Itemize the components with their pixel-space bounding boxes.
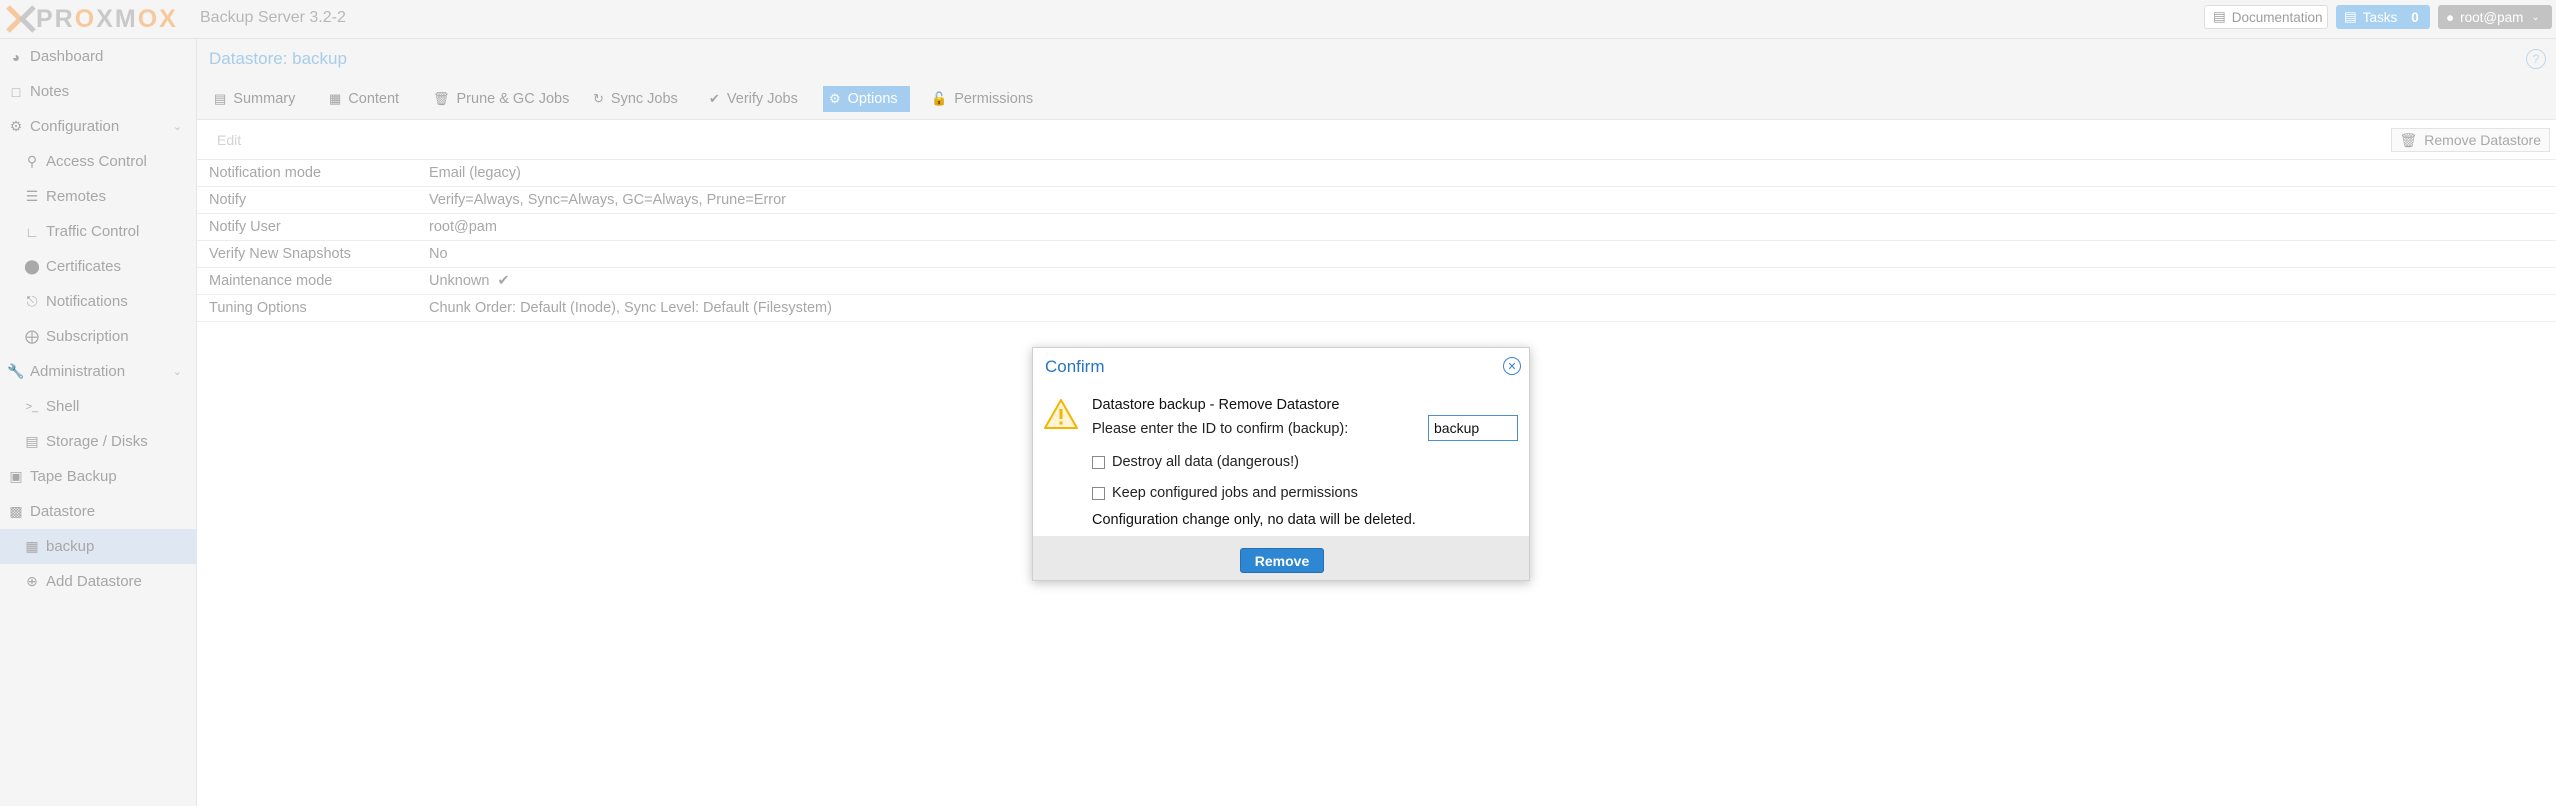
dialog-heading: Datastore backup - Remove Datastore xyxy=(1092,397,1340,413)
help-icon[interactable]: ? xyxy=(2526,49,2546,69)
sidebar-item-backup[interactable]: ▦ backup xyxy=(0,529,196,564)
options-row[interactable]: Notify User root@pam xyxy=(197,214,2556,241)
toolbar: Edit 🗑 Remove Datastore xyxy=(197,120,2556,160)
dialog-note: Configuration change only, no data will … xyxy=(1092,512,1416,528)
wrench-icon: 🔧 xyxy=(7,363,25,379)
user-menu-button[interactable]: ● root@pam ⌄ xyxy=(2438,5,2552,29)
tasks-button[interactable]: ▤ Tasks 0 xyxy=(2336,5,2430,29)
tab-bar: ▤ Summary ▦ Content 🗑 Prune & GC Jobs ↻ … xyxy=(197,79,2556,120)
tab-sync-jobs[interactable]: ↻ Sync Jobs xyxy=(587,86,684,112)
plus-circle-icon: ⊕ xyxy=(26,573,38,589)
sidebar-item-storage-disks[interactable]: ▤ Storage / Disks xyxy=(0,424,196,459)
keep-jobs-checkbox-row[interactable]: Keep configured jobs and permissions xyxy=(1092,485,1358,501)
product-title: Backup Server 3.2-2 xyxy=(200,9,346,26)
server-icon: ☰ xyxy=(25,188,39,204)
close-icon[interactable]: ✕ xyxy=(1503,357,1521,375)
hdd-icon: ▤ xyxy=(25,433,39,449)
tasks-count-badge: 0 xyxy=(2411,9,2419,25)
gears-icon: ⚙ xyxy=(9,118,23,134)
tab-options[interactable]: ⚙ Options xyxy=(823,86,910,112)
tab-permissions[interactable]: 🔓 Permissions xyxy=(925,86,1039,112)
user-icon: ● xyxy=(2446,9,2455,25)
archive-icon: ▩ xyxy=(9,503,23,519)
sidebar-item-add-datastore[interactable]: ⊕ Add Datastore xyxy=(0,564,196,599)
tab-summary[interactable]: ▤ Summary xyxy=(208,86,301,112)
sidebar-item-datastore[interactable]: ▩ Datastore xyxy=(0,494,196,529)
notes-icon: □ xyxy=(11,83,21,100)
trash-icon: 🗑 xyxy=(2399,131,2418,148)
tab-prune-gc-jobs[interactable]: 🗑 Prune & GC Jobs xyxy=(427,86,575,112)
certificate-icon: ⬤ xyxy=(24,258,40,274)
documentation-button[interactable]: ▤ Documentation xyxy=(2204,5,2328,29)
proxmox-logo: PROXMOX xyxy=(6,5,178,33)
book-icon: ▤ xyxy=(214,91,227,106)
support-icon: ⨁ xyxy=(25,328,39,344)
trash-icon: 🗑 xyxy=(433,91,450,106)
sidebar-item-remotes[interactable]: ☰ Remotes xyxy=(0,179,196,214)
sidebar-item-configuration[interactable]: ⚙ Configuration ⌄ xyxy=(0,109,196,144)
panel-header: Datastore: backup ? xyxy=(197,39,2556,79)
proxmox-x-icon xyxy=(6,5,36,33)
sidebar: ◕ Dashboard □ Notes ⚙ Configuration ⌄ ⚲ … xyxy=(0,39,197,806)
tape-icon: ▣ xyxy=(9,468,23,484)
edit-button[interactable]: Edit xyxy=(217,132,241,148)
sidebar-item-tape-backup[interactable]: ▣ Tape Backup xyxy=(0,459,196,494)
signal-icon: ∟ xyxy=(25,223,39,240)
tachometer-icon: ◕ xyxy=(11,48,21,65)
datastore-icon: ▦ xyxy=(25,538,39,554)
dialog-footer: Remove xyxy=(1033,536,1529,580)
unlock-icon: 🔓 xyxy=(931,91,948,106)
remove-datastore-button[interactable]: 🗑 Remove Datastore xyxy=(2390,128,2550,152)
dialog-title: Confirm xyxy=(1045,357,1105,376)
chevron-down-icon[interactable]: ⌄ xyxy=(173,120,182,133)
options-row[interactable]: Notification mode Email (legacy) xyxy=(197,160,2556,187)
keep-jobs-checkbox[interactable] xyxy=(1092,486,1105,500)
top-bar: PROXMOX Backup Server 3.2-2 ▤ Documentat… xyxy=(0,0,2556,39)
sidebar-item-notes[interactable]: □ Notes xyxy=(0,74,196,109)
key-icon: ⚲ xyxy=(26,153,38,169)
chevron-down-icon: ⌄ xyxy=(2531,11,2540,23)
page-title: Datastore: backup xyxy=(209,49,347,68)
confirm-prompt-label: Please enter the ID to confirm (backup): xyxy=(1092,421,1349,437)
sidebar-item-administration[interactable]: 🔧 Administration ⌄ xyxy=(0,354,196,389)
tab-verify-jobs[interactable]: ✔ Verify Jobs xyxy=(703,86,804,112)
options-row[interactable]: Verify New Snapshots No xyxy=(197,241,2556,268)
check-circle-icon: ✔ xyxy=(709,91,720,106)
confirm-id-input[interactable] xyxy=(1428,415,1518,441)
sidebar-item-notifications[interactable]: ⎋ Notifications xyxy=(0,284,196,319)
sidebar-item-shell[interactable]: >_ Shell xyxy=(0,389,196,424)
book-icon: ▤ xyxy=(2213,9,2226,24)
sidebar-item-subscription[interactable]: ⨁ Subscription xyxy=(0,319,196,354)
th-icon: ▦ xyxy=(329,91,342,106)
refresh-icon: ↻ xyxy=(593,91,604,106)
sidebar-item-certificates[interactable]: ⬤ Certificates xyxy=(0,249,196,284)
list-icon: ▤ xyxy=(2344,9,2357,24)
terminal-icon: >_ xyxy=(25,400,39,413)
check-icon: ✔ xyxy=(497,273,510,289)
gear-icon: ⚙ xyxy=(829,91,841,106)
options-row[interactable]: Tuning Options Chunk Order: Default (Ino… xyxy=(197,295,2556,322)
sidebar-item-access-control[interactable]: ⚲ Access Control xyxy=(0,144,196,179)
bell-icon: ⎋ xyxy=(26,293,38,309)
confirm-dialog: Confirm ✕ Datastore backup - Remove Data… xyxy=(1032,347,1530,581)
remove-button[interactable]: Remove xyxy=(1240,548,1324,573)
sidebar-item-traffic-control[interactable]: ∟ Traffic Control xyxy=(0,214,196,249)
sidebar-item-dashboard[interactable]: ◕ Dashboard xyxy=(0,39,196,74)
warning-icon xyxy=(1044,399,1078,429)
destroy-data-checkbox[interactable] xyxy=(1092,455,1105,469)
options-row[interactable]: Maintenance mode Unknown ✔ xyxy=(197,268,2556,295)
destroy-data-checkbox-row[interactable]: Destroy all data (dangerous!) xyxy=(1092,454,1299,470)
chevron-down-icon[interactable]: ⌄ xyxy=(173,365,182,378)
options-row[interactable]: Notify Verify=Always, Sync=Always, GC=Al… xyxy=(197,187,2556,214)
tab-content[interactable]: ▦ Content xyxy=(323,86,405,112)
